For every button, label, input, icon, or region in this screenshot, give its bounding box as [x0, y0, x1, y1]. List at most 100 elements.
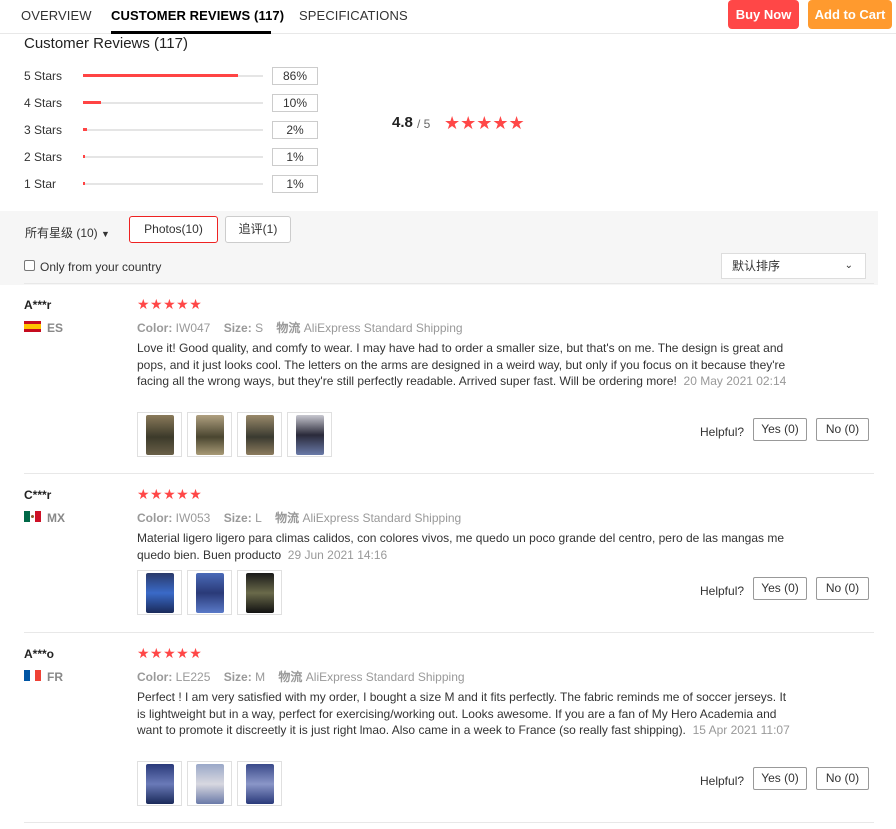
rating-row-5[interactable]: 5 Stars 86% — [24, 67, 324, 85]
helpful-no-button[interactable]: No (0) — [816, 418, 869, 441]
rating-row-percent: 10% — [272, 94, 318, 112]
color-value: IW053 — [175, 511, 211, 525]
rating-bar-track — [83, 74, 263, 77]
color-label: Color: — [137, 321, 173, 335]
review-divider — [24, 632, 874, 633]
rating-row-2[interactable]: 2 Stars 1% — [24, 148, 324, 166]
review-photos — [137, 412, 332, 457]
review-attributes: Color: IW053 Size: L 物流 AliExpress Stand… — [137, 509, 461, 526]
rating-row-percent: 2% — [272, 121, 318, 139]
shipping-value: AliExpress Standard Shipping — [305, 670, 465, 684]
review-photo-thumbnail[interactable] — [187, 412, 232, 457]
color-label: Color: — [137, 670, 173, 684]
color-value: IW047 — [175, 321, 211, 335]
review-text: Material ligero ligero para climas calid… — [137, 531, 785, 562]
add-to-cart-button[interactable]: Add to Cart — [808, 0, 892, 29]
review-photo-thumbnail[interactable] — [287, 412, 332, 457]
review-star-icons: ★★★★★ — [137, 486, 203, 502]
reviewer-country: MX — [47, 511, 65, 525]
helpful-yes-button[interactable]: Yes (0) — [753, 418, 807, 441]
rating-row-percent: 1% — [272, 148, 318, 166]
shipping-label: 物流 — [275, 511, 300, 525]
review-attributes: Color: LE225 Size: M 物流 AliExpress Stand… — [137, 668, 465, 685]
flag-es-icon — [24, 321, 41, 332]
review-photo-thumbnail[interactable] — [137, 761, 182, 806]
sort-select-value: 默认排序 — [732, 259, 781, 273]
review-text-block: Material ligero ligero para climas calid… — [137, 530, 792, 563]
review-photo-thumbnail[interactable] — [237, 412, 282, 457]
rating-bar-fill — [83, 182, 85, 185]
review-photo-thumbnail[interactable] — [137, 412, 182, 457]
review-photo-thumbnail[interactable] — [137, 570, 182, 615]
size-value: L — [255, 511, 262, 525]
review-attributes: Color: IW047 Size: S 物流 AliExpress Stand… — [137, 319, 463, 336]
reviewer-country: FR — [47, 670, 63, 684]
review-date: 15 Apr 2021 11:07 — [692, 723, 790, 737]
rating-row-label: 3 Stars — [24, 123, 63, 137]
rating-row-1[interactable]: 1 Star 1% — [24, 175, 324, 193]
flag-mx-icon — [24, 511, 41, 522]
tab-overview[interactable]: OVERVIEW — [21, 8, 92, 23]
helpful-no-button[interactable]: No (0) — [816, 767, 869, 790]
helpful-label: Helpful? — [700, 425, 745, 439]
review-text: Perfect ! I am very satisfied with my or… — [137, 690, 787, 737]
review-divider — [24, 473, 874, 474]
review-photo-thumbnail[interactable] — [237, 570, 282, 615]
reviewer-name: A***r — [24, 298, 52, 312]
review-star-icons: ★★★★★ — [137, 296, 203, 312]
size-label: Size: — [223, 321, 252, 335]
review-divider — [24, 822, 874, 823]
buy-now-button[interactable]: Buy Now — [728, 0, 799, 29]
rating-row-label: 4 Stars — [24, 96, 63, 110]
rating-bar-fill — [83, 128, 87, 131]
rating-row-label: 2 Stars — [24, 150, 63, 164]
size-value: M — [255, 670, 266, 684]
average-rating: 4.8 — [392, 114, 413, 131]
review-star-icons: ★★★★★ — [137, 645, 203, 661]
rating-row-3[interactable]: 3 Stars 2% — [24, 121, 324, 139]
active-tab-indicator — [111, 31, 271, 34]
average-star-icons: ★★★★★ — [444, 113, 525, 133]
photos-filter-button[interactable]: Photos(10) — [129, 216, 218, 243]
country-only-checkbox[interactable] — [24, 260, 35, 271]
followup-filter-button[interactable]: 追评(1) — [225, 216, 291, 243]
review-photo-thumbnail[interactable] — [187, 761, 232, 806]
chevron-down-icon: ▼ — [101, 229, 110, 239]
rating-bar-track — [83, 128, 263, 131]
helpful-label: Helpful? — [700, 584, 745, 598]
size-value: S — [255, 321, 264, 335]
tab-specifications[interactable]: SPECIFICATIONS — [299, 8, 408, 23]
helpful-yes-button[interactable]: Yes (0) — [753, 767, 807, 790]
review-text-block: Love it! Good quality, and comfy to wear… — [137, 340, 792, 390]
review-photo-thumbnail[interactable] — [187, 570, 232, 615]
shipping-label: 物流 — [276, 321, 301, 335]
top-nav: OVERVIEW CUSTOMER REVIEWS (117) SPECIFIC… — [0, 0, 896, 34]
review-text-block: Perfect ! I am very satisfied with my or… — [137, 689, 792, 739]
sort-select[interactable]: 默认排序 ⌄ — [721, 253, 866, 279]
rating-bar-track — [83, 182, 263, 185]
reviewer-name: C***r — [24, 488, 52, 502]
star-filter-dropdown[interactable]: 所有星级 (10) ▼ — [25, 224, 110, 241]
size-label: Size: — [223, 511, 252, 525]
shipping-value: AliExpress Standard Shipping — [302, 511, 462, 525]
rating-row-percent: 86% — [272, 67, 318, 85]
rating-bar-fill — [83, 74, 238, 77]
rating-bar-track — [83, 155, 263, 158]
star-filter-label: 所有星级 (10) — [25, 226, 98, 240]
review-divider — [24, 283, 874, 284]
reviewer-name: A***o — [24, 647, 55, 661]
reviewer-country: ES — [47, 321, 64, 335]
color-value: LE225 — [175, 670, 211, 684]
review-photo-thumbnail[interactable] — [237, 761, 282, 806]
helpful-yes-button[interactable]: Yes (0) — [753, 577, 807, 600]
rating-row-label: 1 Star — [24, 177, 57, 191]
rating-row-percent: 1% — [272, 175, 318, 193]
tab-customer-reviews[interactable]: CUSTOMER REVIEWS (117) — [111, 8, 284, 23]
rating-bar-fill — [83, 101, 101, 104]
review-date: 20 May 2021 02:14 — [683, 374, 787, 388]
helpful-no-button[interactable]: No (0) — [816, 577, 869, 600]
rating-bar-track — [83, 101, 263, 104]
rating-row-4[interactable]: 4 Stars 10% — [24, 94, 324, 112]
rating-bar-fill — [83, 155, 85, 158]
size-label: Size: — [223, 670, 252, 684]
